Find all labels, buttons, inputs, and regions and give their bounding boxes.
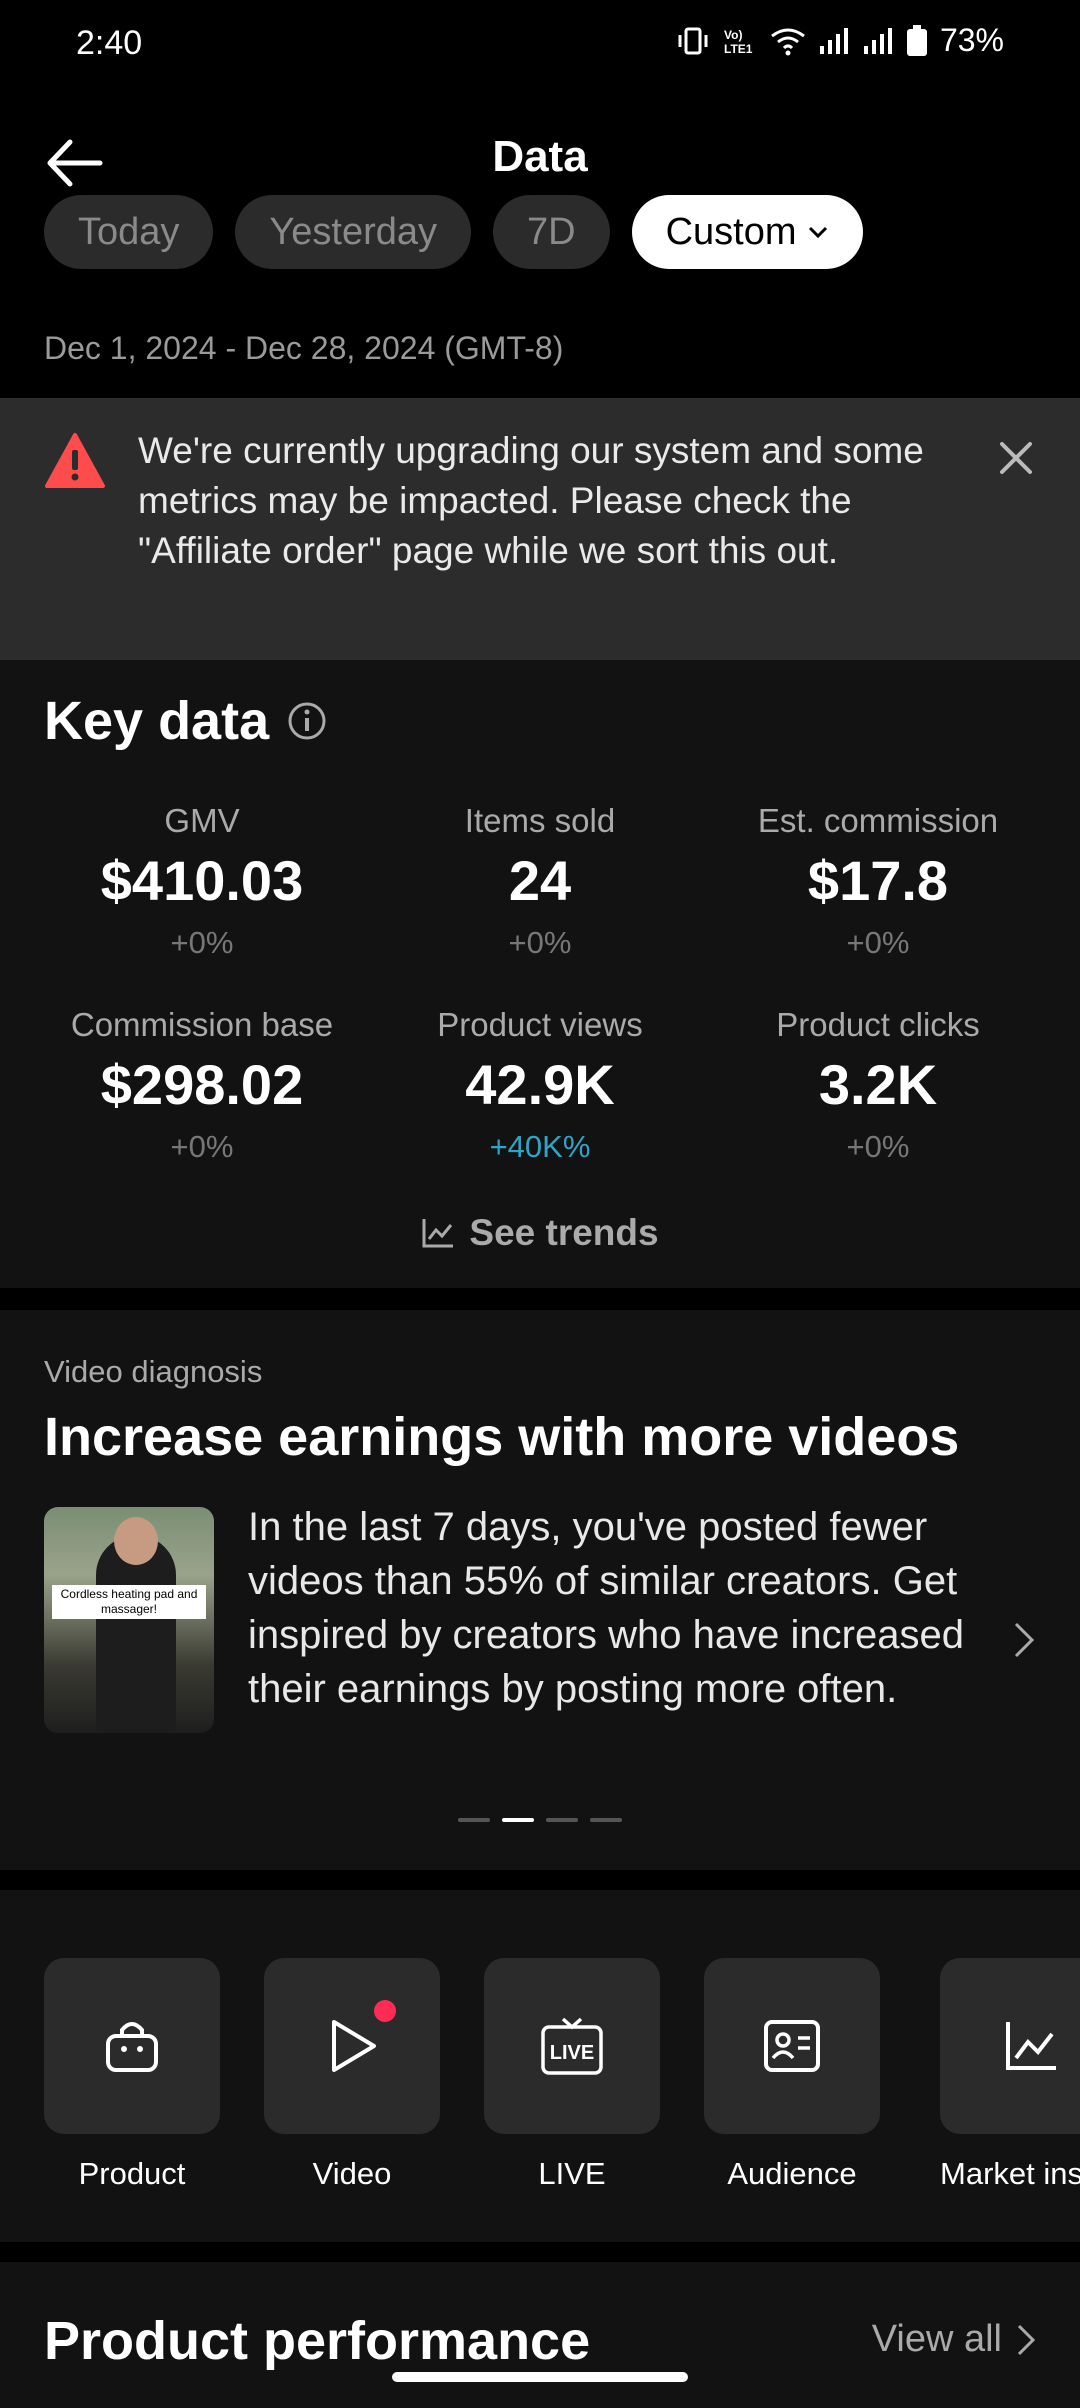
thumbnail-head xyxy=(114,1517,158,1565)
warning-icon xyxy=(45,433,105,488)
shortcut-tile xyxy=(940,1958,1080,2134)
video-thumbnail[interactable]: Cordless heating pad and massager! xyxy=(44,1507,214,1733)
shortcut-label: Video xyxy=(312,2156,392,2191)
metric-label: Commission base xyxy=(70,1006,334,1043)
metric-value: $17.8 xyxy=(807,849,949,912)
status-time: 2:40 xyxy=(76,24,143,62)
chip-custom-label: Custom xyxy=(665,210,797,253)
date-range-label: Dec 1, 2024 - Dec 28, 2024 (GMT-8) xyxy=(44,330,564,366)
metric-value: 24 xyxy=(508,849,572,912)
key-data-title: Key data xyxy=(44,691,270,751)
svg-text:LIVE: LIVE xyxy=(550,2042,594,2064)
shortcut-product[interactable]: Product xyxy=(44,1958,220,2192)
close-icon[interactable] xyxy=(996,438,1036,478)
diagnosis-title: Increase earnings with more videos xyxy=(44,1407,960,1467)
carousel-dot xyxy=(458,1818,490,1822)
metric-product-clicks: Product clicks 3.2K +0% xyxy=(708,1006,1048,1165)
diagnosis-eyebrow: Video diagnosis xyxy=(44,1354,263,1389)
signal-icon xyxy=(819,27,848,54)
notification-dot xyxy=(374,2000,396,2022)
metric-label: Est. commission xyxy=(757,802,999,839)
metric-label: Product views xyxy=(437,1006,643,1043)
thumbnail-caption: Cordless heating pad and massager! xyxy=(52,1585,206,1619)
shortcut-video[interactable]: Video xyxy=(264,1958,440,2192)
shortcut-label: LIVE xyxy=(538,2156,606,2191)
page-title: Data xyxy=(492,132,588,181)
carousel-indicator xyxy=(0,1818,1080,1822)
shortcut-label: Product xyxy=(78,2156,186,2191)
video-diagnosis-card[interactable]: Video diagnosis Increase earnings with m… xyxy=(0,1310,1080,1870)
shortcut-label: Audience xyxy=(727,2156,857,2191)
shortcut-tile xyxy=(44,1958,220,2134)
metric-value: $410.03 xyxy=(100,849,304,912)
line-chart-icon xyxy=(422,1219,454,1248)
svg-text:LTE1: LTE1 xyxy=(724,42,753,56)
metric-change: +40K% xyxy=(489,1129,591,1164)
diagnosis-body: In the last 7 days, you've posted fewer … xyxy=(248,1505,964,1711)
banner-message: We're currently upgrading our system and… xyxy=(138,430,924,571)
date-filter-chips: Today Yesterday 7D Custom xyxy=(44,195,863,289)
carousel-dot xyxy=(590,1818,622,1822)
metric-label: GMV xyxy=(164,802,240,839)
shortcut-tile xyxy=(264,1958,440,2134)
shortcut-audience[interactable]: Audience xyxy=(704,1958,880,2192)
svg-text:Vo): Vo) xyxy=(724,28,742,42)
battery-level: 73% xyxy=(939,22,1004,58)
status-bar: 2:40 Vo) LTE1 73% xyxy=(0,0,1080,90)
shortcut-label: Market ins xyxy=(940,2156,1080,2191)
see-trends-label: See trends xyxy=(469,1212,659,1253)
metric-change: +0% xyxy=(846,925,910,960)
product-performance-section: Product performance View all xyxy=(0,2262,1080,2408)
carousel-dot-active xyxy=(502,1818,534,1822)
system-notice-banner: We're currently upgrading our system and… xyxy=(0,398,1080,660)
signal-icon-2 xyxy=(863,27,892,54)
live-tv-icon: LIVE xyxy=(541,2017,603,2075)
metric-change: +0% xyxy=(846,1129,910,1164)
play-icon xyxy=(332,2020,376,2072)
shortcut-live[interactable]: LIVE LIVE xyxy=(484,1958,660,2192)
chip-7d[interactable]: 7D xyxy=(493,195,610,269)
key-data-section: Key data GMV $410.03 +0% Items sold 24 +… xyxy=(0,660,1080,1288)
vibrate-icon xyxy=(678,27,708,54)
metric-label: Product clicks xyxy=(776,1006,980,1043)
metric-label: Items sold xyxy=(464,802,616,839)
metric-value: $298.02 xyxy=(100,1053,304,1116)
wifi-icon xyxy=(771,28,805,55)
metric-items-sold: Items sold 24 +0% xyxy=(370,802,710,961)
chevron-right-icon[interactable] xyxy=(1012,1620,1036,1660)
see-trends-button[interactable]: See trends xyxy=(0,1212,1080,1254)
shortcut-tile xyxy=(704,1958,880,2134)
info-icon[interactable] xyxy=(287,701,327,741)
chip-yesterday[interactable]: Yesterday xyxy=(235,195,472,269)
metric-change: +0% xyxy=(508,925,572,960)
product-performance-title: Product performance xyxy=(44,2311,591,2371)
carousel-dot xyxy=(546,1818,578,1822)
metric-change: +0% xyxy=(170,925,234,960)
metric-est-commission: Est. commission $17.8 +0% xyxy=(708,802,1048,961)
chip-today[interactable]: Today xyxy=(44,195,214,269)
metric-value: 42.9K xyxy=(465,1053,615,1116)
view-all-label: View all xyxy=(871,2318,1002,2360)
chevron-right-icon xyxy=(1017,2324,1036,2355)
shopping-bag-icon xyxy=(106,2022,158,2072)
chevron-down-icon xyxy=(808,226,827,239)
status-icons: Vo) LTE1 73% xyxy=(676,22,1004,59)
shortcut-market-insights[interactable]: Market ins xyxy=(940,1958,1080,2192)
shortcut-tile: LIVE xyxy=(484,1958,660,2134)
view-all-link[interactable]: View all xyxy=(872,2318,1036,2361)
metric-value: 3.2K xyxy=(818,1053,938,1116)
metric-change: +0% xyxy=(170,1129,234,1164)
id-card-icon xyxy=(764,2020,820,2072)
key-data-heading: Key data xyxy=(44,690,327,752)
metric-commission-base: Commission base $298.02 +0% xyxy=(32,1006,372,1165)
shortcut-row: Product Video LIVE LIVE Audience Market … xyxy=(0,1890,1080,2242)
metric-product-views: Product views 42.9K +40K% xyxy=(370,1006,710,1165)
volte-icon: Vo)LTE1 xyxy=(724,28,753,56)
home-indicator[interactable] xyxy=(392,2372,688,2382)
chip-custom[interactable]: Custom xyxy=(631,195,863,269)
battery-icon xyxy=(906,24,927,56)
metric-gmv: GMV $410.03 +0% xyxy=(32,802,372,961)
chart-icon xyxy=(1006,2022,1056,2070)
